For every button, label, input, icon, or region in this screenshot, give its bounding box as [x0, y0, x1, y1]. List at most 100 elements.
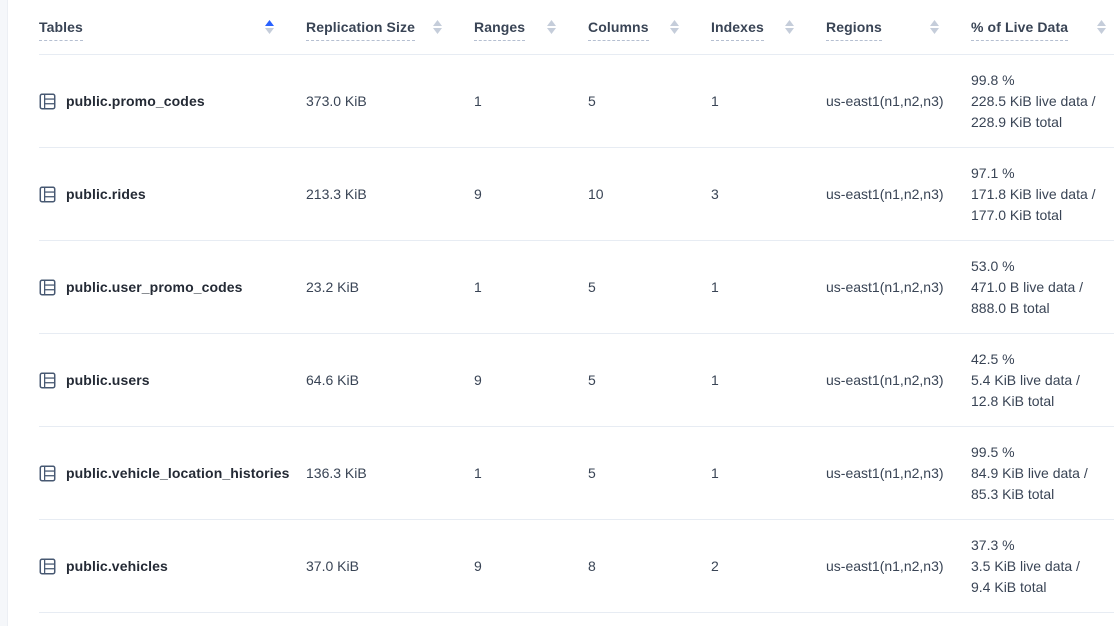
- live-data-percent: 53.0 %: [971, 256, 1114, 277]
- live-data-amount: 171.8 KiB live data /: [971, 184, 1114, 205]
- columns-cell: 5: [588, 93, 711, 109]
- regions-cell: us-east1(n1,n2,n3): [826, 93, 971, 109]
- regions-cell: us-east1(n1,n2,n3): [826, 372, 971, 388]
- column-header-tables[interactable]: Tables: [39, 0, 306, 54]
- live-data-cell: 42.5 % 5.4 KiB live data / 12.8 KiB tota…: [971, 349, 1114, 412]
- replication-size-cell: 64.6 KiB: [306, 372, 474, 388]
- sort-icon: [930, 20, 939, 34]
- table-row: public.user_promo_codes 23.2 KiB 1 5 1 u…: [39, 241, 1114, 334]
- table-name-link[interactable]: public.vehicles: [66, 558, 168, 574]
- total-data-amount: 85.3 KiB total: [971, 484, 1114, 505]
- sort-icon: [265, 20, 274, 34]
- live-data-percent: 37.3 %: [971, 535, 1114, 556]
- ranges-cell: 9: [474, 186, 588, 202]
- column-header-label: Indexes: [711, 19, 764, 41]
- regions-cell: us-east1(n1,n2,n3): [826, 186, 971, 202]
- table-body: public.promo_codes 373.0 KiB 1 5 1 us-ea…: [39, 55, 1114, 613]
- ranges-cell: 9: [474, 558, 588, 574]
- ranges-cell: 1: [474, 279, 588, 295]
- columns-cell: 5: [588, 279, 711, 295]
- total-data-amount: 888.0 B total: [971, 298, 1114, 319]
- ranges-cell: 9: [474, 372, 588, 388]
- replication-size-cell: 136.3 KiB: [306, 465, 474, 481]
- sort-icon: [547, 20, 556, 34]
- replication-size-cell: 373.0 KiB: [306, 93, 474, 109]
- table-header-row: Tables Replication Size Ranges Columns I…: [39, 0, 1114, 55]
- table-name-cell: public.rides: [39, 186, 306, 203]
- table-name-link[interactable]: public.promo_codes: [66, 93, 205, 109]
- indexes-cell: 1: [711, 93, 826, 109]
- regions-cell: us-east1(n1,n2,n3): [826, 279, 971, 295]
- columns-cell: 10: [588, 186, 711, 202]
- page-edge: [0, 0, 8, 626]
- table-icon: [39, 93, 56, 110]
- columns-cell: 5: [588, 465, 711, 481]
- live-data-amount: 84.9 KiB live data /: [971, 463, 1114, 484]
- live-data-cell: 99.5 % 84.9 KiB live data / 85.3 KiB tot…: [971, 442, 1114, 505]
- table-name-link[interactable]: public.vehicle_location_histories: [66, 465, 289, 481]
- column-header-columns[interactable]: Columns: [588, 0, 711, 54]
- indexes-cell: 1: [711, 465, 826, 481]
- table-row: public.promo_codes 373.0 KiB 1 5 1 us-ea…: [39, 55, 1114, 148]
- table-row: public.vehicles 37.0 KiB 9 8 2 us-east1(…: [39, 520, 1114, 613]
- live-data-percent: 97.1 %: [971, 163, 1114, 184]
- table-icon: [39, 465, 56, 482]
- table-row: public.users 64.6 KiB 9 5 1 us-east1(n1,…: [39, 334, 1114, 427]
- table-icon: [39, 279, 56, 296]
- column-header-label: Ranges: [474, 19, 525, 41]
- regions-cell: us-east1(n1,n2,n3): [826, 558, 971, 574]
- total-data-amount: 228.9 KiB total: [971, 112, 1114, 133]
- table-row: public.vehicle_location_histories 136.3 …: [39, 427, 1114, 520]
- column-header-ranges[interactable]: Ranges: [474, 0, 588, 54]
- table-icon: [39, 558, 56, 575]
- column-header-label: Replication Size: [306, 19, 415, 41]
- column-header-indexes[interactable]: Indexes: [711, 0, 826, 54]
- live-data-percent: 99.5 %: [971, 442, 1114, 463]
- table-name-link[interactable]: public.rides: [66, 186, 146, 202]
- ranges-cell: 1: [474, 465, 588, 481]
- replication-size-cell: 37.0 KiB: [306, 558, 474, 574]
- table-name-cell: public.vehicles: [39, 558, 306, 575]
- tables-list-card: Tables Replication Size Ranges Columns I…: [8, 0, 1114, 626]
- live-data-amount: 3.5 KiB live data /: [971, 556, 1114, 577]
- table-name-cell: public.vehicle_location_histories: [39, 465, 306, 482]
- column-header-regions[interactable]: Regions: [826, 0, 971, 54]
- column-header-label: Columns: [588, 19, 649, 41]
- regions-cell: us-east1(n1,n2,n3): [826, 465, 971, 481]
- replication-size-cell: 23.2 KiB: [306, 279, 474, 295]
- live-data-cell: 37.3 % 3.5 KiB live data / 9.4 KiB total: [971, 535, 1114, 598]
- table-name-cell: public.user_promo_codes: [39, 279, 306, 296]
- live-data-percent: 99.8 %: [971, 70, 1114, 91]
- sort-icon: [670, 20, 679, 34]
- table-name-link[interactable]: public.users: [66, 372, 150, 388]
- live-data-amount: 471.0 B live data /: [971, 277, 1114, 298]
- table-name-cell: public.promo_codes: [39, 93, 306, 110]
- live-data-cell: 99.8 % 228.5 KiB live data / 228.9 KiB t…: [971, 70, 1114, 133]
- live-data-cell: 53.0 % 471.0 B live data / 888.0 B total: [971, 256, 1114, 319]
- indexes-cell: 1: [711, 372, 826, 388]
- indexes-cell: 2: [711, 558, 826, 574]
- table-icon: [39, 372, 56, 389]
- total-data-amount: 177.0 KiB total: [971, 205, 1114, 226]
- columns-cell: 5: [588, 372, 711, 388]
- live-data-amount: 228.5 KiB live data /: [971, 91, 1114, 112]
- table-icon: [39, 186, 56, 203]
- ranges-cell: 1: [474, 93, 588, 109]
- indexes-cell: 1: [711, 279, 826, 295]
- sort-icon: [1097, 20, 1106, 34]
- column-header-label: % of Live Data: [971, 19, 1068, 41]
- sort-icon: [433, 20, 442, 34]
- live-data-cell: 97.1 % 171.8 KiB live data / 177.0 KiB t…: [971, 163, 1114, 226]
- table-row: public.rides 213.3 KiB 9 10 3 us-east1(n…: [39, 148, 1114, 241]
- table-name-link[interactable]: public.user_promo_codes: [66, 279, 243, 295]
- total-data-amount: 9.4 KiB total: [971, 577, 1114, 598]
- table-name-cell: public.users: [39, 372, 306, 389]
- column-header-replication-size[interactable]: Replication Size: [306, 0, 474, 54]
- sort-icon: [785, 20, 794, 34]
- column-header-label: Tables: [39, 19, 83, 41]
- live-data-amount: 5.4 KiB live data /: [971, 370, 1114, 391]
- tables-page: Tables Replication Size Ranges Columns I…: [0, 0, 1114, 626]
- total-data-amount: 12.8 KiB total: [971, 391, 1114, 412]
- column-header-label: Regions: [826, 19, 882, 41]
- column-header-of-live-data[interactable]: % of Live Data: [971, 0, 1114, 54]
